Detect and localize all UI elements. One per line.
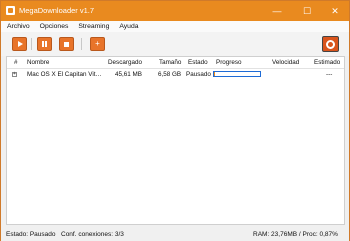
column-header-eta[interactable]: Estimado bbox=[314, 59, 340, 66]
settings-button[interactable] bbox=[322, 36, 339, 52]
file-size: 6,58 GB bbox=[158, 71, 182, 78]
maximize-icon: ☐ bbox=[302, 5, 312, 16]
title-bar[interactable]: MegaDownloader v1.7 — ☐ ✕ bbox=[1, 1, 349, 21]
toolbar-separator bbox=[31, 38, 32, 50]
toolbar: + bbox=[1, 32, 349, 56]
list-header: # Nombre Descargado Tamaño Estado Progre… bbox=[7, 57, 344, 69]
pause-icon bbox=[41, 41, 48, 47]
column-header-speed[interactable]: Velocidad bbox=[272, 59, 299, 66]
start-button[interactable] bbox=[12, 37, 27, 51]
column-header-index[interactable]: # bbox=[14, 59, 18, 66]
pause-button[interactable] bbox=[37, 37, 52, 51]
eta: --- bbox=[326, 71, 333, 78]
column-header-progress[interactable]: Progreso bbox=[216, 59, 242, 66]
minimize-button[interactable]: — bbox=[263, 1, 291, 21]
download-list[interactable]: # Nombre Descargado Tamaño Estado Progre… bbox=[6, 56, 345, 225]
close-icon: ✕ bbox=[331, 5, 339, 16]
minimize-icon: — bbox=[272, 6, 282, 16]
toolbar-separator bbox=[81, 38, 82, 50]
column-header-name[interactable]: Nombre bbox=[27, 59, 49, 66]
menu-streaming[interactable]: Streaming bbox=[73, 23, 114, 30]
expand-toggle[interactable]: + bbox=[12, 72, 17, 77]
progress-bar bbox=[213, 71, 261, 77]
close-button[interactable]: ✕ bbox=[321, 1, 349, 21]
status-resources: RAM: 23,76MB / Proc: 0,87% bbox=[253, 231, 338, 238]
add-download-button[interactable]: + bbox=[90, 37, 105, 51]
settings-icon bbox=[326, 39, 335, 49]
stop-icon bbox=[64, 41, 69, 47]
play-icon bbox=[17, 41, 23, 47]
menu-opciones[interactable]: Opciones bbox=[35, 23, 74, 30]
status-bar: Estado: Pausado Conf. conexiones: 3/3 RA… bbox=[1, 229, 349, 241]
menu-archivo[interactable]: Archivo bbox=[1, 23, 35, 30]
downloaded-amount: 45,61 MB bbox=[115, 71, 142, 78]
menu-bar: Archivo Opciones Streaming Ayuda bbox=[1, 21, 349, 32]
menu-ayuda[interactable]: Ayuda bbox=[114, 23, 143, 30]
app-window: MegaDownloader v1.7 — ☐ ✕ Archivo Opcion… bbox=[0, 0, 350, 241]
add-icon: + bbox=[95, 39, 100, 48]
stop-button[interactable] bbox=[59, 37, 74, 51]
app-icon bbox=[6, 6, 15, 15]
window-title: MegaDownloader v1.7 bbox=[19, 6, 95, 15]
column-header-size[interactable]: Tamaño bbox=[159, 59, 181, 66]
column-header-status[interactable]: Estado bbox=[188, 59, 208, 66]
download-status: Pausado bbox=[186, 71, 211, 78]
maximize-button[interactable]: ☐ bbox=[293, 1, 321, 21]
status-state: Estado: Pausado bbox=[6, 231, 56, 238]
status-connections: Conf. conexiones: 3/3 bbox=[61, 231, 124, 238]
file-name: Mac OS X El Capitan Vit… bbox=[27, 71, 102, 78]
table-row[interactable]: + Mac OS X El Capitan Vit… 45,61 MB 6,58… bbox=[7, 69, 344, 80]
column-header-downloaded[interactable]: Descargado bbox=[108, 59, 142, 66]
